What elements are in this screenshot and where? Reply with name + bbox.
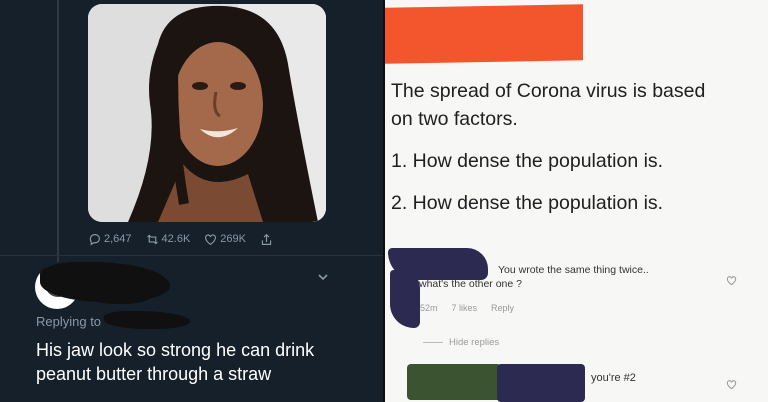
- hide-replies-line: [423, 342, 443, 343]
- heart-icon[interactable]: [726, 275, 737, 286]
- hide-replies-button[interactable]: Hide replies: [449, 337, 499, 348]
- comment-meta: 52m 7 likes Reply: [420, 303, 514, 313]
- reply-comment-text: you're #2: [591, 372, 636, 384]
- retweet-action[interactable]: 42.6K: [146, 233, 191, 246]
- reply-icon: [89, 233, 100, 245]
- redacted-poster-name: [385, 4, 583, 64]
- reply-tweet-text: His jaw look so strong he can drink pean…: [36, 340, 315, 384]
- comment-text: You wrote the same thing twice..: [498, 264, 649, 276]
- share-action[interactable]: [260, 233, 273, 246]
- replying-to-label: Replying to: [36, 314, 102, 329]
- redacted-replier-name: [497, 364, 585, 402]
- thread-line: [57, 0, 59, 262]
- post-line-2: on two factors.: [391, 108, 518, 130]
- post-line-4: 2. How dense the population is.: [391, 192, 664, 214]
- redacted-commenter-avatar-lower: [390, 270, 420, 328]
- redacted-mention: [104, 311, 190, 329]
- tweet-actions: 2,647 42.6K 269K: [88, 230, 298, 248]
- chevron-down-icon[interactable]: [316, 270, 330, 284]
- post-line-3: 1. How dense the population is.: [391, 150, 664, 172]
- reply-action[interactable]: 2,647: [88, 233, 132, 246]
- like-action[interactable]: 269K: [204, 233, 246, 246]
- post-body: The spread of Corona virus is based on t…: [391, 80, 763, 236]
- like-icon: [205, 233, 217, 245]
- comment-text-line2: what's the other one ?: [419, 278, 522, 290]
- retweet-icon: [146, 234, 158, 244]
- tweet-photo[interactable]: [88, 4, 326, 222]
- comment-likes[interactable]: 7 likes: [452, 303, 478, 313]
- comment-time: 52m: [420, 303, 438, 313]
- redacted-handle: [85, 286, 150, 304]
- comment-reply-button[interactable]: Reply: [491, 303, 514, 313]
- replying-to: Replying to: [36, 314, 101, 329]
- heart-icon-2[interactable]: [726, 379, 737, 390]
- share-icon: [261, 233, 272, 245]
- like-count: 269K: [220, 233, 246, 245]
- retweet-count: 42.6K: [161, 233, 191, 245]
- post-line-1: The spread of Corona virus is based: [391, 80, 706, 102]
- tweet-divider: [0, 255, 383, 256]
- redacted-replier-avatar: [407, 364, 501, 400]
- man-portrait-image: [88, 4, 326, 222]
- tweet-panel: 2,647 42.6K 269K Replying to His jaw loo…: [0, 0, 383, 402]
- post-panel: The spread of Corona virus is based on t…: [385, 0, 768, 402]
- reply-count: 2,647: [104, 233, 132, 245]
